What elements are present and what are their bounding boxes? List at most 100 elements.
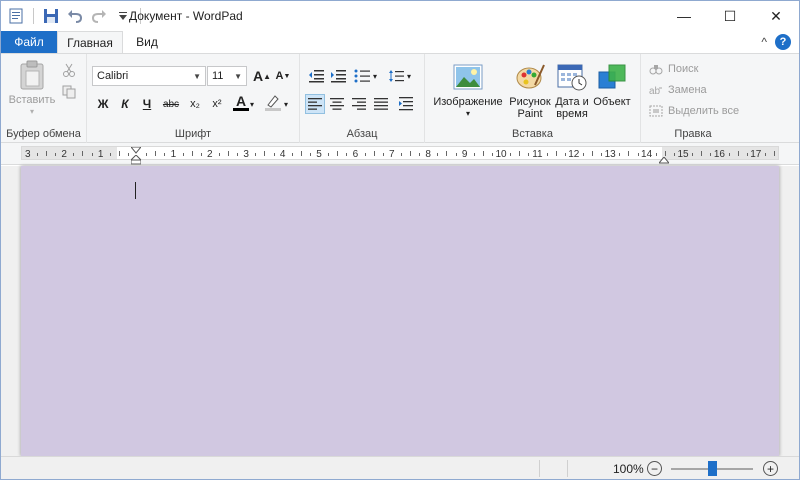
object-icon — [596, 62, 628, 92]
ruler-number: 15 — [677, 149, 689, 160]
paragraph-group-label: Абзац — [346, 128, 378, 140]
font-size-select[interactable]: 11 ▼ — [207, 66, 247, 86]
zoom-slider-thumb[interactable] — [708, 461, 717, 476]
redo-icon[interactable] — [90, 7, 108, 25]
font-family-select[interactable]: Calibri ▼ — [92, 66, 206, 86]
wordpad-app-icon[interactable] — [7, 7, 25, 25]
align-center-icon[interactable] — [327, 94, 347, 114]
strikethrough-button[interactable]: abc — [159, 94, 183, 114]
paint-drawing-button[interactable]: Рисунок Paint — [507, 62, 553, 120]
ruler-tick — [228, 151, 229, 156]
bold-button[interactable]: Ж — [93, 94, 113, 114]
increase-indent-icon[interactable] — [328, 66, 348, 86]
replace-label: Замена — [668, 84, 707, 96]
paint-icon — [514, 62, 546, 92]
ruler-tick — [155, 151, 157, 156]
ruler-number: 2 — [207, 149, 213, 160]
select-all-label: Выделить все — [668, 105, 740, 117]
ruler-tick — [555, 151, 557, 156]
line-spacing-dropdown-icon[interactable]: ▾ — [404, 66, 414, 86]
ruler-tick — [410, 151, 411, 156]
shrink-font-icon[interactable]: A ▼ — [273, 66, 293, 86]
ruler-number: 17 — [750, 149, 762, 160]
ruler-number: 16 — [713, 149, 725, 160]
line-spacing-icon[interactable] — [386, 66, 406, 86]
bullets-dropdown-icon[interactable]: ▾ — [370, 66, 380, 86]
select-all-button[interactable]: Выделить все — [649, 102, 739, 120]
status-divider — [567, 460, 568, 477]
justify-icon[interactable] — [371, 94, 391, 114]
save-icon[interactable] — [42, 7, 60, 25]
paste-icon — [16, 60, 48, 90]
decrease-indent-icon[interactable] — [306, 66, 326, 86]
align-right-icon[interactable] — [349, 94, 369, 114]
insert-image-button[interactable]: Изображение ▾ — [429, 62, 507, 120]
ruler-tick — [237, 153, 239, 156]
ruler-tick — [728, 153, 730, 156]
zoom-out-button[interactable]: − — [647, 461, 662, 476]
ruler-tick — [764, 153, 766, 156]
replace-button[interactable]: ab Замена — [649, 81, 707, 99]
zoom-in-button[interactable]: + — [763, 461, 778, 476]
ruler-tick — [382, 153, 384, 156]
font-color-letter: A — [235, 92, 247, 109]
ruler-number: 6 — [352, 149, 359, 160]
font-color-dropdown-icon[interactable]: ▾ — [247, 94, 257, 114]
collapse-ribbon-icon[interactable]: ^ — [761, 35, 767, 49]
image-dropdown-icon[interactable]: ▾ — [429, 108, 507, 120]
tab-home[interactable]: Главная — [57, 31, 123, 53]
subscript-button[interactable]: x₂ — [185, 94, 205, 114]
ruler-tick — [437, 153, 439, 156]
tab-view[interactable]: Вид — [125, 31, 169, 53]
datetime-label-line2: время — [556, 108, 588, 120]
chevron-down-icon: ▼ — [193, 72, 201, 81]
ruler-tick — [564, 153, 566, 156]
ruler-tick — [255, 153, 257, 156]
bullets-icon[interactable] — [352, 66, 372, 86]
copy-icon[interactable] — [59, 82, 79, 102]
paste-dropdown-icon[interactable]: ▾ — [7, 106, 57, 118]
ruler-tick — [300, 151, 302, 156]
close-button[interactable]: ✕ — [753, 1, 799, 31]
find-button[interactable]: Поиск — [649, 60, 698, 78]
insert-object-button[interactable]: Объект — [591, 62, 633, 108]
paragraph-settings-icon[interactable] — [396, 94, 416, 114]
ribbon-tab-controls: ^ ? — [761, 34, 791, 50]
ruler-tick — [546, 153, 548, 156]
grow-font-icon[interactable]: A ▲ — [252, 66, 272, 86]
maximize-button[interactable]: ☐ — [707, 1, 753, 31]
image-icon — [452, 62, 484, 92]
ruler-tick — [419, 153, 421, 156]
minimize-button[interactable]: — — [661, 1, 707, 31]
ruler-tick — [218, 153, 220, 156]
paint-label-line1: Рисунок — [509, 96, 551, 108]
wordpad-window: Документ - WordPad — ☐ ✕ Файл Главная Ви… — [0, 0, 800, 480]
ruler[interactable]: 3 2 1 1 2 3 4 5 6 7 8 9 10 11 12 13 14 15 16 17 — [1, 143, 799, 165]
ruler-tick — [55, 153, 57, 156]
highlight-dropdown-icon[interactable]: ▾ — [281, 94, 291, 114]
undo-icon[interactable] — [66, 7, 84, 25]
ruler-number: 3 — [25, 149, 31, 160]
tab-file[interactable]: Файл — [1, 31, 57, 53]
ruler-tick — [491, 153, 493, 156]
paste-button[interactable]: Вставить ▾ — [7, 60, 57, 118]
ruler-number: 5 — [316, 149, 322, 160]
ruler-number: 4 — [279, 149, 286, 160]
underline-button[interactable]: Ч — [137, 94, 157, 114]
ruler-tick — [73, 153, 75, 156]
ruler-tick — [346, 153, 348, 156]
chevron-down-icon: ▼ — [234, 72, 242, 81]
ruler-tick — [109, 153, 111, 156]
italic-button[interactable]: К — [115, 94, 135, 114]
document-page[interactable] — [21, 166, 779, 456]
highlight-icon[interactable] — [263, 92, 283, 112]
help-icon[interactable]: ? — [775, 34, 791, 50]
ruler-tick — [91, 153, 93, 156]
cut-icon[interactable] — [59, 60, 79, 80]
ruler-tick — [473, 153, 475, 156]
date-time-button[interactable]: Дата и время — [553, 62, 591, 120]
align-left-button[interactable] — [305, 94, 325, 114]
ruler-tick — [482, 151, 484, 156]
ruler-tick — [164, 153, 166, 156]
superscript-button[interactable]: x² — [207, 94, 227, 114]
